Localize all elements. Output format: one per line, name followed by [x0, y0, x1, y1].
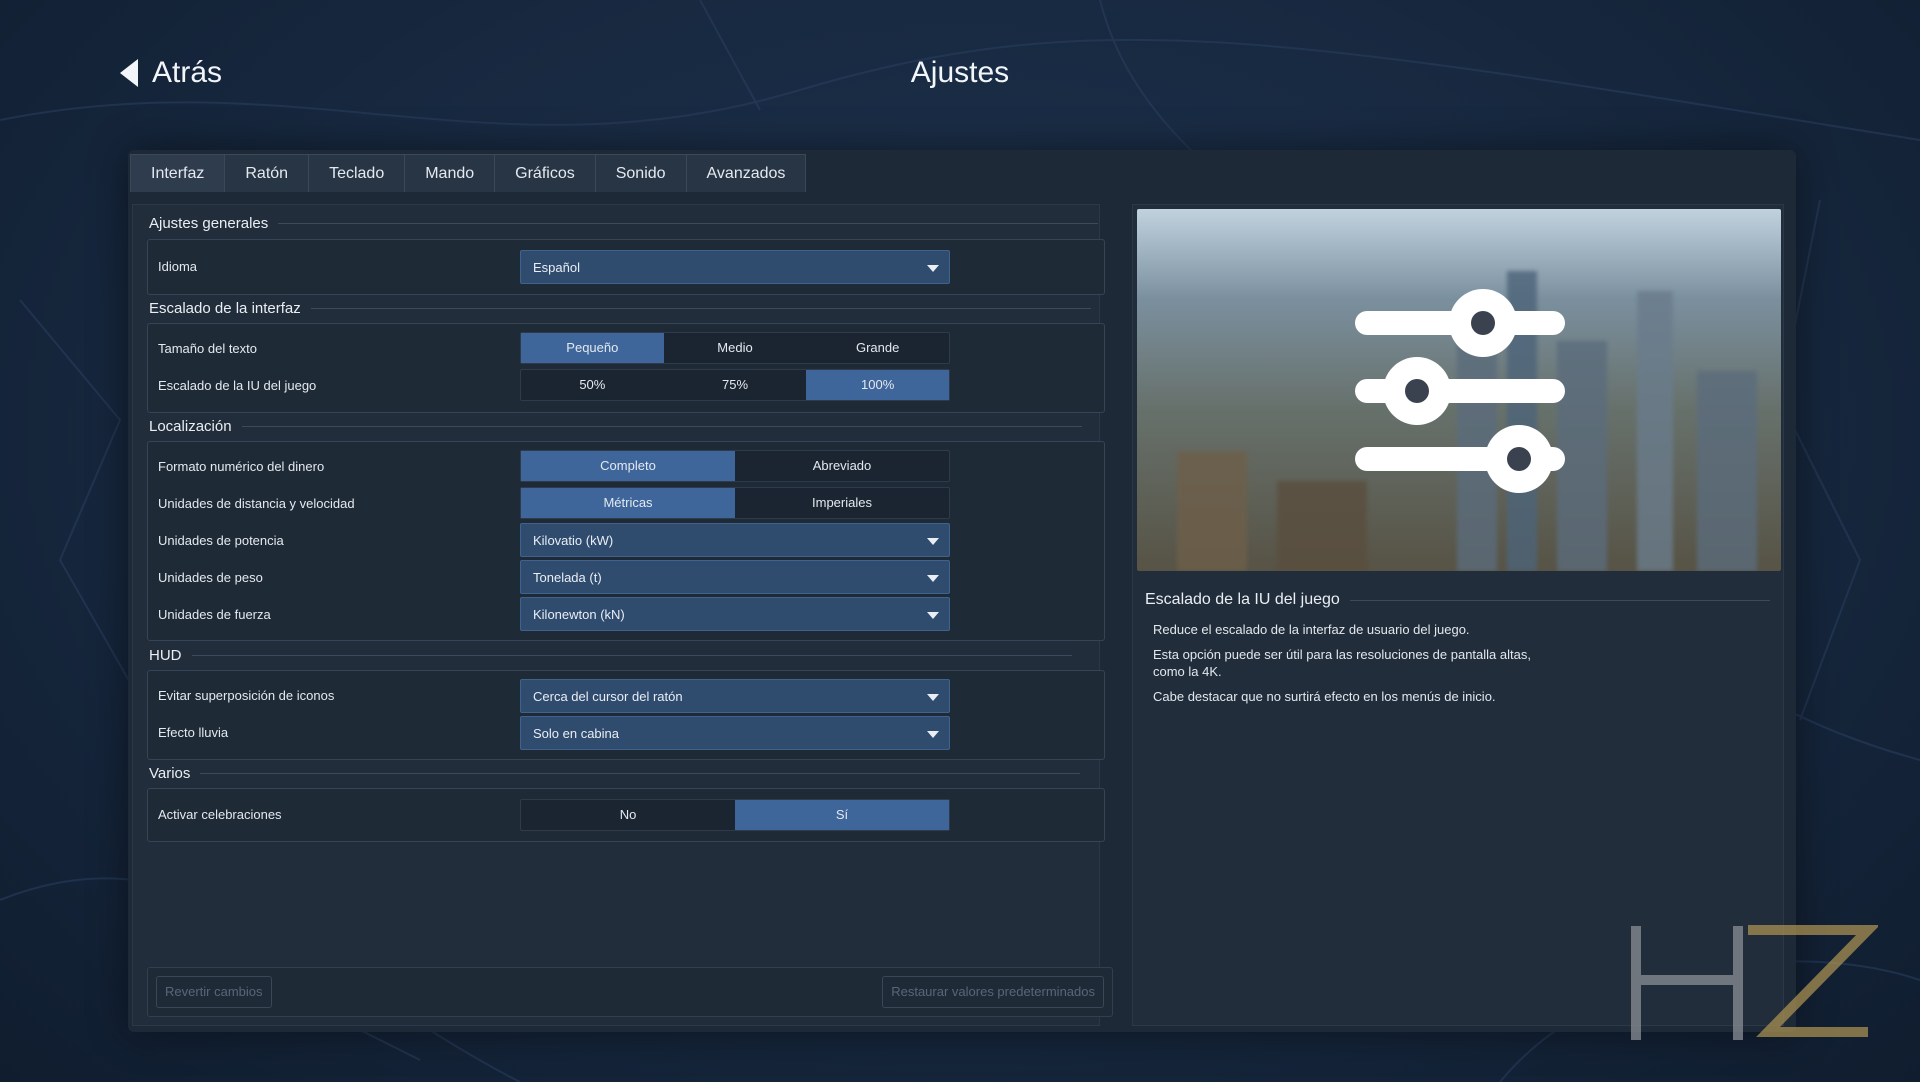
settings-panel: Ajustes generales Idioma Español Escalad…: [132, 204, 1113, 1026]
section-title-localization: Localización: [149, 418, 1082, 435]
tab-mando[interactable]: Mando: [404, 154, 496, 192]
section-title-misc: Varios: [149, 765, 1081, 782]
celebrations-no[interactable]: No: [521, 800, 735, 830]
force-units-label: Unidades de fuerza: [158, 607, 271, 622]
icon-overlap-dropdown[interactable]: Cerca del cursor del ratón: [520, 679, 950, 713]
hud-box: Evitar superposición de iconos Cerca del…: [147, 670, 1105, 760]
section-title-general: Ajustes generales: [149, 215, 1099, 232]
misc-box: Activar celebraciones No Sí: [147, 788, 1105, 842]
ui-scale-100[interactable]: 100%: [806, 370, 950, 400]
power-units-label: Unidades de potencia: [158, 533, 284, 548]
page-title: Ajustes: [910, 56, 1010, 89]
chevron-down-icon: [927, 694, 939, 701]
tab-interfaz[interactable]: Interfaz: [130, 154, 226, 192]
hz-logo: [1631, 925, 1878, 1040]
weight-units-dropdown[interactable]: Tonelada (t): [520, 560, 950, 594]
preview-image: [1137, 209, 1781, 571]
text-size-large[interactable]: Grande: [806, 333, 949, 363]
footer-bar: Revertir cambios Restaurar valores prede…: [147, 967, 1113, 1017]
description-title: Escalado de la IU del juego: [1145, 591, 1770, 609]
chevron-down-icon: [927, 265, 939, 272]
chevron-down-icon: [927, 612, 939, 619]
distance-units-label: Unidades de distancia y velocidad: [158, 496, 355, 511]
chevron-down-icon: [927, 538, 939, 545]
ui-scale-selector: 50% 75% 100%: [520, 369, 950, 401]
tab-bar: Interfaz Ratón Teclado Mando Gráficos So…: [130, 154, 807, 192]
localization-box: Formato numérico del dinero Completo Abr…: [147, 441, 1105, 641]
weight-units-label: Unidades de peso: [158, 570, 263, 585]
revert-changes-button[interactable]: Revertir cambios: [156, 976, 272, 1008]
money-format-label: Formato numérico del dinero: [158, 459, 325, 474]
ui-scale-50[interactable]: 50%: [521, 370, 664, 400]
money-format-selector: Completo Abreviado: [520, 450, 950, 482]
ui-scale-label: Escalado de la IU del juego: [158, 378, 317, 393]
tab-graficos[interactable]: Gráficos: [494, 154, 596, 192]
celebrations-selector: No Sí: [520, 799, 950, 831]
section-title-scaling: Escalado de la interfaz: [149, 300, 1091, 317]
tab-sonido[interactable]: Sonido: [594, 154, 687, 192]
settings-window: Interfaz Ratón Teclado Mando Gráficos So…: [128, 150, 1796, 1032]
restore-defaults-button[interactable]: Restaurar valores predeterminados: [882, 976, 1104, 1008]
celebrations-yes[interactable]: Sí: [735, 800, 949, 830]
force-units-dropdown[interactable]: Kilonewton (kN): [520, 597, 950, 631]
description-paragraph-3: Cabe destacar que no surtirá efecto en l…: [1153, 689, 1496, 704]
power-units-dropdown[interactable]: Kilovatio (kW): [520, 523, 950, 557]
general-box: Idioma Español: [147, 239, 1105, 295]
distance-units-selector: Métricas Imperiales: [520, 487, 950, 519]
tab-raton[interactable]: Ratón: [224, 154, 310, 192]
money-format-short[interactable]: Abreviado: [735, 451, 949, 481]
text-size-medium[interactable]: Medio: [664, 333, 807, 363]
distance-units-imperial[interactable]: Imperiales: [735, 488, 949, 518]
ui-scale-75[interactable]: 75%: [664, 370, 807, 400]
sliders-icon: [1355, 289, 1565, 493]
description-panel: Escalado de la IU del juego Reduce el es…: [1132, 204, 1784, 1026]
chevron-down-icon: [927, 731, 939, 738]
text-size-small[interactable]: Pequeño: [521, 333, 664, 363]
scaling-box: Tamaño del texto Pequeño Medio Grande Es…: [147, 323, 1105, 413]
section-title-hud: HUD: [149, 647, 1072, 664]
distance-units-metric[interactable]: Métricas: [521, 488, 735, 518]
tab-avanzados[interactable]: Avanzados: [685, 154, 807, 192]
text-size-label: Tamaño del texto: [158, 341, 258, 356]
language-dropdown[interactable]: Español: [520, 250, 950, 284]
description-paragraph-2: Esta opción puede ser útil para las reso…: [1153, 647, 1531, 679]
celebrations-label: Activar celebraciones: [158, 807, 282, 822]
rain-effect-label: Efecto lluvia: [158, 725, 229, 740]
description-paragraph-1: Reduce el escalado de la interfaz de usu…: [1153, 622, 1470, 637]
text-size-selector: Pequeño Medio Grande: [520, 332, 950, 364]
rain-effect-dropdown[interactable]: Solo en cabina: [520, 716, 950, 750]
tab-teclado[interactable]: Teclado: [308, 154, 406, 192]
chevron-down-icon: [927, 575, 939, 582]
icon-overlap-label: Evitar superposición de iconos: [158, 688, 335, 703]
language-label: Idioma: [158, 259, 198, 274]
money-format-full[interactable]: Completo: [521, 451, 735, 481]
